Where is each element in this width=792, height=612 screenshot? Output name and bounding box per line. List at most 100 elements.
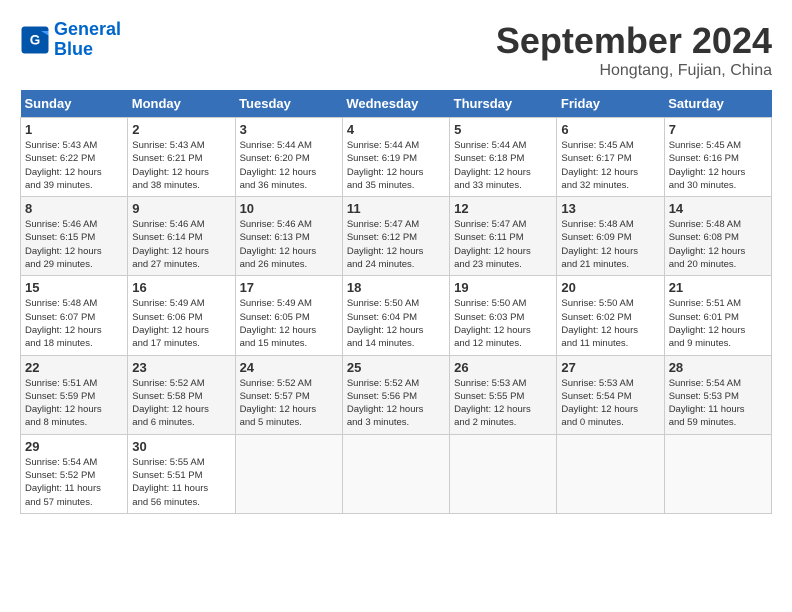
day-cell-30: 30 Sunrise: 5:55 AMSunset: 5:51 PMDayligh… xyxy=(128,434,235,513)
day-info: Sunrise: 5:43 AMSunset: 6:22 PMDaylight:… xyxy=(25,139,123,192)
day-info: Sunrise: 5:46 AMSunset: 6:15 PMDaylight:… xyxy=(25,218,123,271)
day-info: Sunrise: 5:48 AMSunset: 6:08 PMDaylight:… xyxy=(669,218,767,271)
day-number: 21 xyxy=(669,280,767,295)
day-info: Sunrise: 5:46 AMSunset: 6:14 PMDaylight:… xyxy=(132,218,230,271)
weekday-header-friday: Friday xyxy=(557,90,664,118)
day-number: 15 xyxy=(25,280,123,295)
day-cell-20: 20 Sunrise: 5:50 AMSunset: 6:02 PMDayligh… xyxy=(557,276,664,355)
day-info: Sunrise: 5:50 AMSunset: 6:03 PMDaylight:… xyxy=(454,297,552,350)
day-number: 26 xyxy=(454,360,552,375)
weekday-header-row: SundayMondayTuesdayWednesdayThursdayFrid… xyxy=(21,90,772,118)
day-cell-5: 5Sunrise: 5:44 AMSunset: 6:18 PMDaylight… xyxy=(450,118,557,197)
day-number: 16 xyxy=(132,280,230,295)
day-number: 10 xyxy=(240,201,338,216)
week-row-5: 29 Sunrise: 5:54 AMSunset: 5:52 PMDayligh… xyxy=(21,434,772,513)
day-number: 25 xyxy=(347,360,445,375)
day-cell-14: 14Sunrise: 5:48 AMSunset: 6:08 PMDayligh… xyxy=(664,197,771,276)
week-row-4: 22 Sunrise: 5:51 AMSunset: 5:59 PMDayligh… xyxy=(21,355,772,434)
logo-text: General Blue xyxy=(54,20,121,60)
day-cell-28: 28Sunrise: 5:54 AMSunset: 5:53 PMDayligh… xyxy=(664,355,771,434)
day-number: 20 xyxy=(561,280,659,295)
day-cell-25: 25 Sunrise: 5:52 AMSunset: 5:56 PMDayligh… xyxy=(342,355,449,434)
weekday-header-monday: Monday xyxy=(128,90,235,118)
day-number: 19 xyxy=(454,280,552,295)
day-info: Sunrise: 5:48 AMSunset: 6:07 PMDaylight:… xyxy=(25,297,123,350)
day-cell-13: 13Sunrise: 5:48 AMSunset: 6:09 PMDayligh… xyxy=(557,197,664,276)
day-info: Sunrise: 5:45 AMSunset: 6:16 PMDaylight:… xyxy=(669,139,767,192)
day-cell-4: 4 Sunrise: 5:44 AMSunset: 6:19 PMDaylight… xyxy=(342,118,449,197)
day-info: Sunrise: 5:44 AMSunset: 6:19 PMDaylight:… xyxy=(347,139,445,192)
day-info: Sunrise: 5:47 AMSunset: 6:12 PMDaylight:… xyxy=(347,218,445,271)
day-info: Sunrise: 5:44 AMSunset: 6:20 PMDaylight:… xyxy=(240,139,338,192)
day-info: Sunrise: 5:51 AMSunset: 5:59 PMDaylight:… xyxy=(25,377,123,430)
day-info: Sunrise: 5:49 AMSunset: 6:06 PMDaylight:… xyxy=(132,297,230,350)
day-cell-2: 2 Sunrise: 5:43 AMSunset: 6:21 PMDaylight… xyxy=(128,118,235,197)
day-info: Sunrise: 5:51 AMSunset: 6:01 PMDaylight:… xyxy=(669,297,767,350)
page-header: G General Blue September 2024 Hongtang, … xyxy=(20,20,772,80)
day-number: 2 xyxy=(132,122,230,137)
location-title: Hongtang, Fujian, China xyxy=(496,62,772,80)
day-number: 9 xyxy=(132,201,230,216)
day-info: Sunrise: 5:43 AMSunset: 6:21 PMDaylight:… xyxy=(132,139,230,192)
weekday-header-saturday: Saturday xyxy=(664,90,771,118)
weekday-header-tuesday: Tuesday xyxy=(235,90,342,118)
day-number: 5 xyxy=(454,122,552,137)
day-number: 4 xyxy=(347,122,445,137)
day-info: Sunrise: 5:46 AMSunset: 6:13 PMDaylight:… xyxy=(240,218,338,271)
day-number: 12 xyxy=(454,201,552,216)
logo-icon: G xyxy=(20,25,50,55)
day-number: 29 xyxy=(25,439,123,454)
day-number: 6 xyxy=(561,122,659,137)
day-info: Sunrise: 5:53 AMSunset: 5:54 PMDaylight:… xyxy=(561,377,659,430)
day-info: Sunrise: 5:55 AMSunset: 5:51 PMDaylight:… xyxy=(132,456,230,509)
day-info: Sunrise: 5:52 AMSunset: 5:56 PMDaylight:… xyxy=(347,377,445,430)
day-cell-12: 12 Sunrise: 5:47 AMSunset: 6:11 PMDayligh… xyxy=(450,197,557,276)
day-number: 11 xyxy=(347,201,445,216)
day-cell-1: 1 Sunrise: 5:43 AMSunset: 6:22 PMDaylight… xyxy=(21,118,128,197)
day-number: 18 xyxy=(347,280,445,295)
day-number: 27 xyxy=(561,360,659,375)
day-cell-3: 3 Sunrise: 5:44 AMSunset: 6:20 PMDaylight… xyxy=(235,118,342,197)
day-cell-26: 26 Sunrise: 5:53 AMSunset: 5:55 PMDayligh… xyxy=(450,355,557,434)
day-cell-17: 17 Sunrise: 5:49 AMSunset: 6:05 PMDayligh… xyxy=(235,276,342,355)
day-number: 22 xyxy=(25,360,123,375)
day-cell-7: 7 Sunrise: 5:45 AMSunset: 6:16 PMDaylight… xyxy=(664,118,771,197)
empty-cell xyxy=(235,434,342,513)
logo: G General Blue xyxy=(20,20,121,60)
weekday-header-sunday: Sunday xyxy=(21,90,128,118)
day-number: 1 xyxy=(25,122,123,137)
weekday-header-thursday: Thursday xyxy=(450,90,557,118)
day-info: Sunrise: 5:49 AMSunset: 6:05 PMDaylight:… xyxy=(240,297,338,350)
day-number: 23 xyxy=(132,360,230,375)
day-cell-6: 6Sunrise: 5:45 AMSunset: 6:17 PMDaylight… xyxy=(557,118,664,197)
day-info: Sunrise: 5:48 AMSunset: 6:09 PMDaylight:… xyxy=(561,218,659,271)
day-cell-8: 8Sunrise: 5:46 AMSunset: 6:15 PMDaylight… xyxy=(21,197,128,276)
empty-cell xyxy=(342,434,449,513)
day-cell-24: 24 Sunrise: 5:52 AMSunset: 5:57 PMDayligh… xyxy=(235,355,342,434)
day-info: Sunrise: 5:54 AMSunset: 5:52 PMDaylight:… xyxy=(25,456,123,509)
day-cell-9: 9 Sunrise: 5:46 AMSunset: 6:14 PMDaylight… xyxy=(128,197,235,276)
day-cell-15: 15 Sunrise: 5:48 AMSunset: 6:07 PMDayligh… xyxy=(21,276,128,355)
day-cell-16: 16 Sunrise: 5:49 AMSunset: 6:06 PMDayligh… xyxy=(128,276,235,355)
day-number: 30 xyxy=(132,439,230,454)
calendar-table: SundayMondayTuesdayWednesdayThursdayFrid… xyxy=(20,90,772,514)
day-info: Sunrise: 5:52 AMSunset: 5:57 PMDaylight:… xyxy=(240,377,338,430)
day-number: 28 xyxy=(669,360,767,375)
day-cell-23: 23Sunrise: 5:52 AMSunset: 5:58 PMDayligh… xyxy=(128,355,235,434)
day-info: Sunrise: 5:53 AMSunset: 5:55 PMDaylight:… xyxy=(454,377,552,430)
day-cell-11: 11 Sunrise: 5:47 AMSunset: 6:12 PMDayligh… xyxy=(342,197,449,276)
weekday-header-wednesday: Wednesday xyxy=(342,90,449,118)
month-title: September 2024 xyxy=(496,20,772,62)
svg-text:G: G xyxy=(30,32,41,47)
empty-cell xyxy=(664,434,771,513)
day-number: 3 xyxy=(240,122,338,137)
day-info: Sunrise: 5:47 AMSunset: 6:11 PMDaylight:… xyxy=(454,218,552,271)
day-number: 17 xyxy=(240,280,338,295)
day-number: 24 xyxy=(240,360,338,375)
day-number: 7 xyxy=(669,122,767,137)
day-info: Sunrise: 5:50 AMSunset: 6:02 PMDaylight:… xyxy=(561,297,659,350)
title-block: September 2024 Hongtang, Fujian, China xyxy=(496,20,772,80)
day-cell-27: 27 Sunrise: 5:53 AMSunset: 5:54 PMDayligh… xyxy=(557,355,664,434)
day-info: Sunrise: 5:50 AMSunset: 6:04 PMDaylight:… xyxy=(347,297,445,350)
empty-cell xyxy=(557,434,664,513)
